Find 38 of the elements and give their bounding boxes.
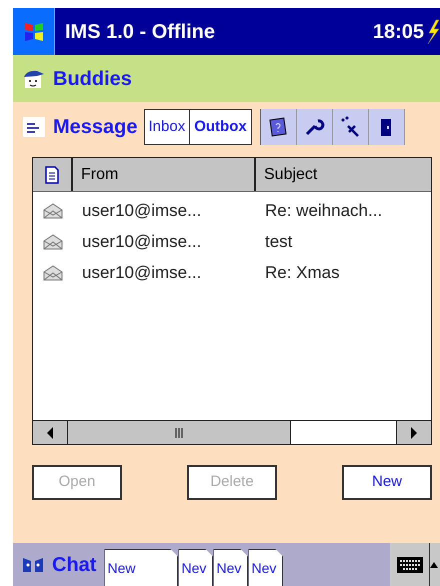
sender-cell-text: user10@imse... (81, 200, 202, 222)
list-icon (23, 117, 45, 137)
subject-cell-text: Re: weihnach... (264, 200, 382, 222)
message-row[interactable]: user10@imse... Re: weihnach... (33, 195, 431, 226)
message-label[interactable]: Message (53, 112, 138, 142)
chat-tab[interactable]: Nev (248, 549, 284, 586)
window-title: IMS 1.0 - Offline (65, 20, 216, 44)
chat-tab[interactable]: Nev (213, 549, 248, 586)
column-header[interactable]: Subject (256, 158, 431, 191)
start-button[interactable] (13, 8, 55, 55)
sender-cell-text: user10@imse... (81, 262, 202, 284)
folder-tab[interactable]: Inbox (144, 110, 190, 144)
envelope-icon (43, 234, 63, 250)
message-row[interactable]: user10@imse... test (33, 226, 431, 257)
grip-icon (175, 428, 183, 438)
lightning-icon (426, 18, 440, 44)
column-header[interactable]: From (73, 158, 256, 191)
action-button[interactable]: New (342, 465, 432, 500)
subject-cell-text: Re: Xmas (264, 262, 340, 284)
folder-tab[interactable]: Outbox (189, 110, 251, 144)
clock-time: 18:05 (372, 20, 424, 44)
chat-tab[interactable]: Nev (178, 549, 214, 586)
horizontal-scrollbar[interactable] (33, 420, 431, 444)
left-arrow-icon[interactable] (46, 426, 54, 438)
message-row[interactable]: user10@imse... Re: Xmas (33, 257, 431, 288)
chat-tab[interactable]: New (104, 549, 178, 586)
chat-label[interactable]: Chat (52, 550, 96, 580)
envelope-icon (43, 264, 63, 280)
up-arrow-icon[interactable] (430, 562, 438, 568)
document-icon (45, 166, 59, 184)
envelope-icon (43, 202, 63, 218)
subject-cell-text: test (264, 230, 292, 253)
sender-cell-text: user10@imse... (81, 230, 202, 253)
right-arrow-icon[interactable] (410, 426, 418, 438)
buddies-label[interactable]: Buddies (53, 64, 132, 94)
scrollbar-thumb[interactable] (68, 421, 291, 444)
keyboard-icon[interactable] (396, 554, 424, 574)
person-cap-icon (23, 68, 45, 88)
